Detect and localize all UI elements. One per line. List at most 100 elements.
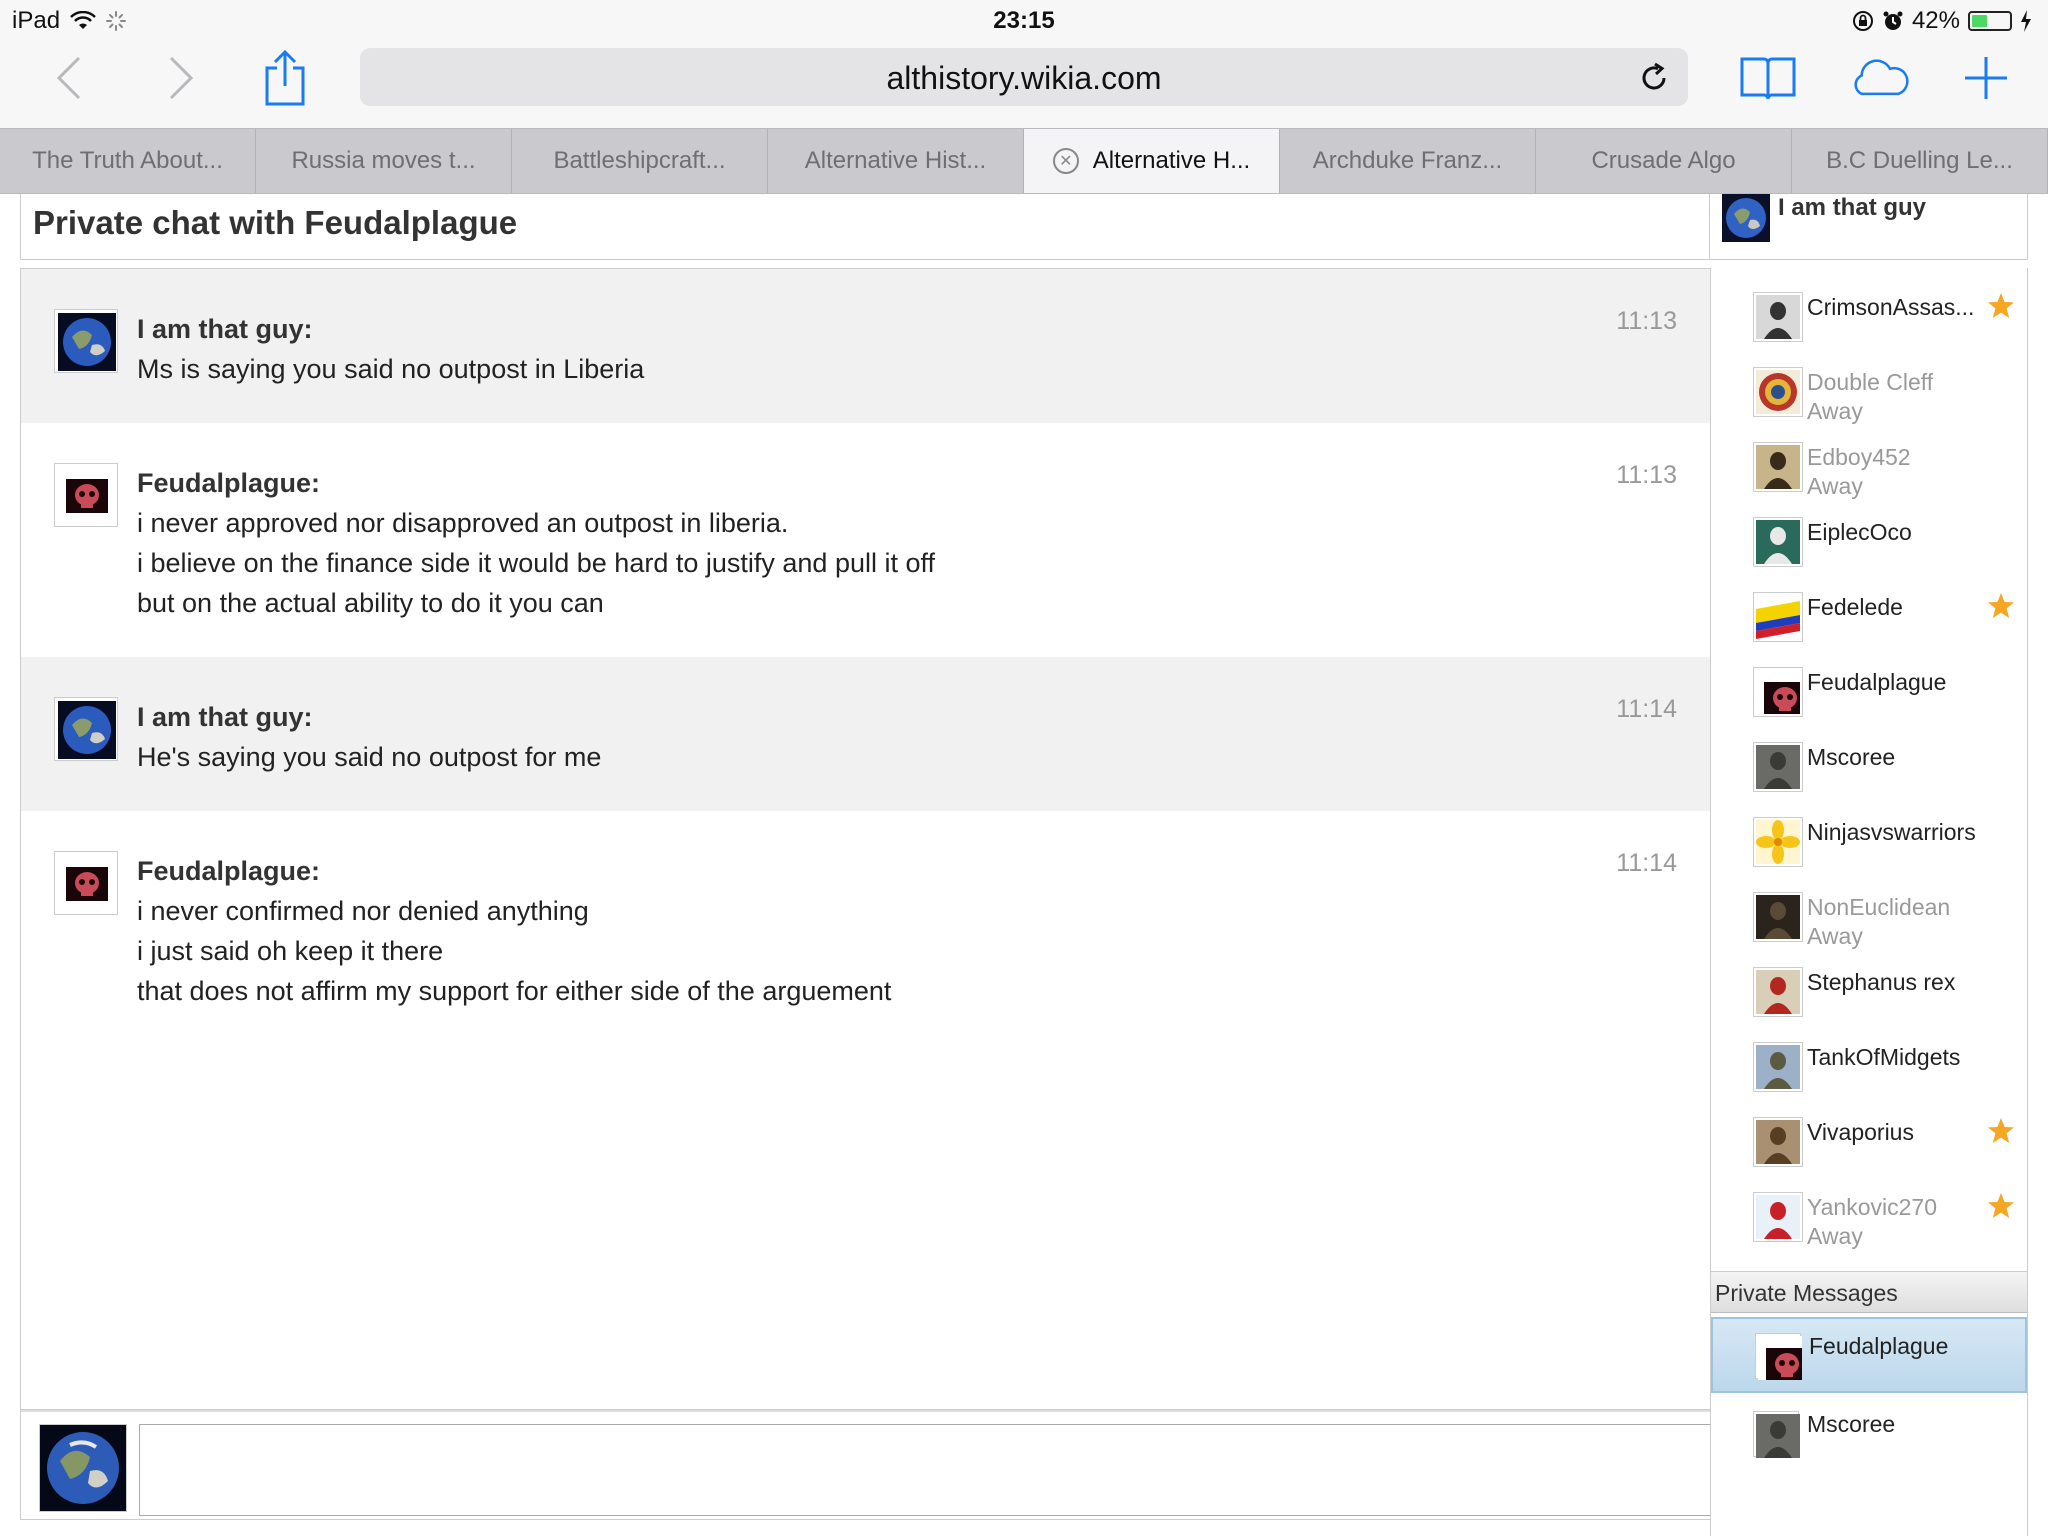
user-name: EiplecOco <box>1807 519 1912 545</box>
private-messages-list: Feudalplague Mscoree <box>1711 1317 2027 1473</box>
user-list-item[interactable]: Fedelede <box>1711 592 2027 667</box>
user-list-item[interactable]: NonEuclidean Away <box>1711 892 2027 967</box>
message-line: that does not affirm my support for eith… <box>137 976 892 1006</box>
reload-icon[interactable] <box>1638 62 1670 94</box>
back-button[interactable] <box>40 48 100 108</box>
tab-8[interactable]: B.C Duelling Le... <box>1792 129 2048 193</box>
user-list-item[interactable]: TankOfMidgets <box>1711 1042 2027 1117</box>
message-timestamp: 11:13 <box>1616 307 1677 335</box>
chat-header: Private chat with Feudalplague <box>20 194 1710 260</box>
message-composer <box>20 1410 1712 1520</box>
tab-5[interactable]: ✕ Alternative H... <box>1024 129 1280 193</box>
forward-button[interactable] <box>150 48 210 108</box>
tab-label: Russia moves t... <box>291 147 476 174</box>
message-avatar[interactable] <box>54 851 118 915</box>
tab-1[interactable]: The Truth About... <box>0 129 256 193</box>
message-line: He's saying you said no outpost for me <box>137 742 602 772</box>
battery-level <box>1972 15 1988 27</box>
tab-3[interactable]: Battleshipcraft... <box>512 129 768 193</box>
message-author[interactable]: Feudalplague: <box>137 463 1711 503</box>
tab-label: Battleshipcraft... <box>553 147 726 174</box>
user-avatar <box>1753 517 1803 567</box>
user-list-item[interactable]: CrimsonAssas... <box>1711 292 2027 367</box>
current-user-name[interactable]: I am that guy <box>1778 194 1926 222</box>
tab-2[interactable]: Russia moves t... <box>256 129 512 193</box>
message-author[interactable]: I am that guy: <box>137 309 1711 349</box>
battery-icon <box>1968 11 2012 31</box>
tab-bar: The Truth About... Russia moves t... Battl… <box>0 128 2048 194</box>
message-avatar[interactable] <box>54 309 118 373</box>
message-avatar[interactable] <box>54 463 118 527</box>
message-timestamp: 11:14 <box>1616 695 1677 723</box>
status-bar: iPad 23:15 42% <box>0 0 2048 40</box>
chat-message: Feudalplague: i never approved nor disapp… <box>21 423 1711 657</box>
user-list-item[interactable]: Ninjasvswarriors <box>1711 817 2027 892</box>
message-input[interactable] <box>139 1424 1711 1516</box>
message-avatar[interactable] <box>54 697 118 761</box>
bookmarks-button[interactable] <box>1738 48 1798 108</box>
user-name: TankOfMidgets <box>1807 1044 1961 1070</box>
new-tab-button[interactable] <box>1956 48 2016 108</box>
tab-label: B.C Duelling Le... <box>1826 147 2013 174</box>
private-messages-header: Private Messages <box>1711 1271 2027 1313</box>
user-list-item[interactable]: Double Cleff Away <box>1711 367 2027 442</box>
user-name: Fedelede <box>1807 594 1903 620</box>
private-message-item[interactable]: Mscoree <box>1711 1397 2027 1473</box>
share-button[interactable] <box>255 48 315 108</box>
message-body: Feudalplague: i never approved nor disapp… <box>137 463 1711 623</box>
user-name: Ninjasvswarriors <box>1807 819 1976 845</box>
user-list-panel: CrimsonAssas... Double Cleff Away Edboy452 A… <box>1710 268 2028 1536</box>
pm-avatar <box>1755 1333 1802 1380</box>
user-name: Edboy452 <box>1807 444 1911 470</box>
chat-message: I am that guy: Ms is saying you said no o… <box>21 269 1711 423</box>
chat-message: Feudalplague: i never confirmed nor denie… <box>21 811 1711 1045</box>
user-list-item[interactable]: EiplecOco <box>1711 517 2027 592</box>
user-status: Away <box>1807 473 1863 499</box>
user-avatar <box>1753 1042 1803 1092</box>
tab-4[interactable]: Alternative Hist... <box>768 129 1024 193</box>
user-name: Yankovic270 <box>1807 1194 1937 1220</box>
message-line: i never confirmed nor denied anything <box>137 896 589 926</box>
user-name: Stephanus rex <box>1807 969 1956 995</box>
user-avatar <box>1753 292 1803 342</box>
user-name: NonEuclidean <box>1807 894 1951 920</box>
charging-icon <box>2020 10 2032 32</box>
user-list-item[interactable]: Vivaporius <box>1711 1117 2027 1192</box>
message-author[interactable]: Feudalplague: <box>137 851 1711 891</box>
private-message-item[interactable]: Feudalplague <box>1711 1317 2027 1393</box>
user-name: Feudalplague <box>1807 669 1947 695</box>
user-status: Away <box>1807 1223 1863 1249</box>
message-timestamp: 11:14 <box>1616 849 1677 877</box>
current-user-box: I am that guy <box>1710 194 2028 260</box>
user-name: CrimsonAssas... <box>1807 294 1975 320</box>
user-avatar <box>1753 442 1803 492</box>
admin-star-icon <box>1987 292 2015 320</box>
cloud-tabs-button[interactable] <box>1850 48 1910 108</box>
message-author[interactable]: I am that guy: <box>137 697 1711 737</box>
user-list-item[interactable]: Mscoree <box>1711 742 2027 817</box>
admin-star-icon <box>1987 1117 2015 1145</box>
user-avatar <box>1753 667 1803 717</box>
tab-7[interactable]: Crusade Algo <box>1536 129 1792 193</box>
tab-label: Alternative Hist... <box>804 147 987 174</box>
composer-avatar <box>39 1424 127 1512</box>
message-list[interactable]: I am that guy: Ms is saying you said no o… <box>20 268 1712 1410</box>
user-list-item[interactable]: Feudalplague <box>1711 667 2027 742</box>
user-avatar <box>1753 592 1803 642</box>
user-name: Mscoree <box>1807 744 1896 770</box>
user-list-item[interactable]: Edboy452 Away <box>1711 442 2027 517</box>
chat-window: Private chat with Feudalplague I am that… <box>20 194 2028 1536</box>
tab-label: Alternative H... <box>1092 147 1251 174</box>
user-list-item[interactable]: Yankovic270 Away <box>1711 1192 2027 1267</box>
address-bar[interactable]: althistory.wikia.com <box>360 48 1688 106</box>
rotation-lock-icon <box>1852 10 1874 32</box>
user-avatar <box>1753 367 1803 417</box>
tab-label: Archduke Franz... <box>1312 147 1503 174</box>
message-line: i just said oh keep it there <box>137 936 444 966</box>
pm-user-name: Mscoree <box>1807 1411 1896 1437</box>
admin-star-icon <box>1987 592 2015 620</box>
user-list-item[interactable]: Stephanus rex <box>1711 967 2027 1042</box>
close-tab-icon[interactable]: ✕ <box>1052 148 1079 174</box>
user-avatar <box>1753 1117 1803 1167</box>
tab-6[interactable]: Archduke Franz... <box>1280 129 1536 193</box>
